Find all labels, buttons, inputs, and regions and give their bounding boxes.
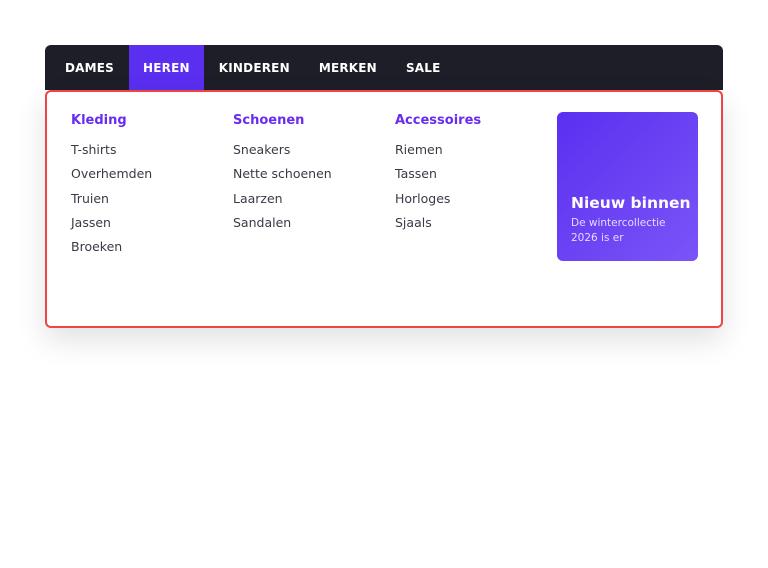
menu-link[interactable]: Jassen — [71, 211, 152, 235]
nav-item-merken[interactable]: MERKEN — [305, 45, 391, 90]
menu-link[interactable]: Laarzen — [233, 187, 332, 211]
nav-item-sale[interactable]: SALE — [392, 45, 455, 90]
promo-title: Nieuw binnen — [571, 194, 691, 212]
nav-item-dames[interactable]: DAMES — [51, 45, 128, 90]
menu-link[interactable]: Broeken — [71, 235, 152, 259]
column-title[interactable]: Schoenen — [233, 112, 332, 129]
column-title[interactable]: Kleding — [71, 112, 152, 129]
top-nav-bar: DAMES HEREN KINDEREN MERKEN SALE — [45, 45, 723, 90]
menu-link[interactable]: Sneakers — [233, 138, 332, 162]
promo-subtitle: De wintercollectie 2026 is er — [571, 217, 666, 244]
main-navigation: DAMES HEREN KINDEREN MERKEN SALE Kleding… — [45, 45, 723, 328]
menu-link[interactable]: Horloges — [395, 187, 481, 211]
menu-column-kleding: Kleding T-shirts Overhemden Truien Jasse… — [71, 112, 152, 259]
mega-menu-dropdown: Kleding T-shirts Overhemden Truien Jasse… — [45, 90, 723, 328]
menu-link[interactable]: Tassen — [395, 162, 481, 186]
menu-column-accessoires: Accessoires Riemen Tassen Horloges Sjaal… — [395, 112, 481, 235]
column-title[interactable]: Accessoires — [395, 112, 481, 129]
menu-link[interactable]: Riemen — [395, 138, 481, 162]
menu-link[interactable]: Sjaals — [395, 211, 481, 235]
menu-link[interactable]: Nette schoenen — [233, 162, 332, 186]
menu-link[interactable]: Truien — [71, 187, 152, 211]
menu-link[interactable]: Overhemden — [71, 162, 152, 186]
menu-link[interactable]: Sandalen — [233, 211, 332, 235]
promo-card[interactable]: Nieuw binnen De wintercollectie 2026 is … — [557, 112, 698, 261]
nav-item-heren[interactable]: HEREN — [129, 45, 204, 90]
menu-link[interactable]: T-shirts — [71, 138, 152, 162]
menu-column-schoenen: Schoenen Sneakers Nette schoenen Laarzen… — [233, 112, 332, 235]
nav-item-kinderen[interactable]: KINDEREN — [205, 45, 304, 90]
